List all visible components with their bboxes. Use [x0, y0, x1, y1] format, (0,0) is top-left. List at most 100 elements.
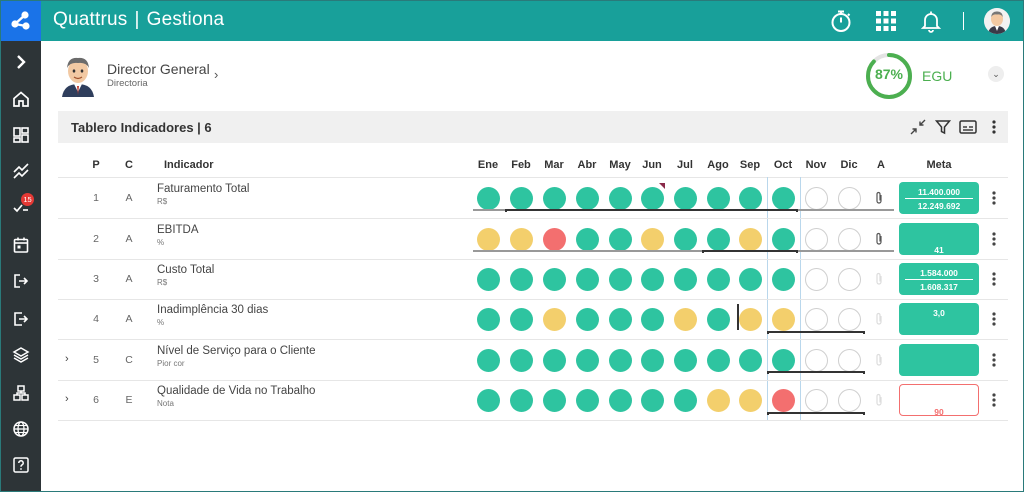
month-status-circle[interactable] — [476, 307, 500, 331]
month-status-circle[interactable] — [738, 307, 762, 331]
month-status-circle[interactable] — [771, 388, 795, 412]
month-status-circle[interactable] — [476, 267, 500, 291]
month-status-circle[interactable] — [837, 186, 861, 210]
row-more-options-icon[interactable] — [990, 190, 998, 206]
row-more-options-icon[interactable] — [990, 271, 998, 287]
sidebar-item-org-chart[interactable] — [1, 375, 41, 411]
sidebar-item-layers[interactable] — [1, 337, 41, 373]
month-status-circle[interactable] — [575, 186, 599, 210]
month-status-circle[interactable] — [771, 186, 795, 210]
month-status-circle[interactable] — [837, 307, 861, 331]
meta-box[interactable] — [899, 344, 979, 377]
logo[interactable] — [1, 1, 41, 41]
month-status-circle[interactable] — [640, 307, 664, 331]
month-status-circle[interactable] — [738, 186, 762, 210]
stopwatch-icon[interactable] — [827, 7, 855, 35]
paperclip-icon[interactable] — [874, 232, 884, 246]
chevron-right-icon[interactable]: › — [214, 67, 218, 82]
row-more-options-icon[interactable] — [990, 392, 998, 408]
month-status-circle[interactable] — [509, 307, 533, 331]
sidebar-item-logout[interactable] — [1, 301, 41, 337]
row-more-options-icon[interactable] — [990, 352, 998, 368]
month-status-circle[interactable] — [542, 348, 566, 372]
month-status-circle[interactable] — [608, 227, 632, 251]
month-status-circle[interactable] — [706, 227, 730, 251]
month-status-circle[interactable] — [476, 388, 500, 412]
month-status-circle[interactable] — [804, 227, 828, 251]
month-status-circle[interactable] — [575, 267, 599, 291]
month-status-circle[interactable] — [640, 227, 664, 251]
month-status-circle[interactable] — [476, 348, 500, 372]
month-status-circle[interactable] — [476, 227, 500, 251]
month-status-circle[interactable] — [608, 348, 632, 372]
month-status-circle[interactable] — [738, 267, 762, 291]
month-status-circle[interactable] — [771, 227, 795, 251]
more-options-icon[interactable] — [985, 118, 1003, 136]
sidebar-item-home[interactable] — [1, 81, 41, 117]
subtitles-icon[interactable] — [959, 118, 977, 136]
month-status-circle[interactable] — [509, 227, 533, 251]
month-status-circle[interactable] — [673, 348, 697, 372]
month-status-circle[interactable] — [640, 267, 664, 291]
month-status-circle[interactable] — [804, 388, 828, 412]
month-status-circle[interactable] — [575, 348, 599, 372]
month-status-circle[interactable] — [706, 307, 730, 331]
indicator-name[interactable]: Nível de Serviço para o Cliente — [157, 345, 316, 357]
meta-box[interactable]: 3,0 — [899, 303, 979, 336]
collapse-icon[interactable] — [909, 118, 927, 136]
month-status-circle[interactable] — [804, 267, 828, 291]
month-status-circle[interactable] — [509, 348, 533, 372]
month-status-circle[interactable] — [509, 388, 533, 412]
month-status-circle[interactable] — [608, 267, 632, 291]
month-status-circle[interactable] — [673, 267, 697, 291]
meta-box[interactable]: 90 — [899, 384, 979, 417]
indicator-name[interactable]: Qualidade de Vida no Trabalho — [157, 385, 315, 397]
month-status-circle[interactable] — [673, 307, 697, 331]
month-status-circle[interactable] — [673, 388, 697, 412]
month-status-circle[interactable] — [706, 186, 730, 210]
comment-flag-icon[interactable] — [659, 183, 665, 189]
month-status-circle[interactable] — [575, 227, 599, 251]
sidebar-item-dashboard[interactable] — [1, 117, 41, 153]
indicator-name[interactable]: Inadimplência 30 dias — [157, 304, 268, 316]
month-status-circle[interactable] — [509, 186, 533, 210]
meta-box[interactable]: 11.400.000 12.249.692 — [899, 182, 979, 215]
month-status-circle[interactable] — [640, 186, 664, 210]
chevron-down-icon[interactable]: ⌄ — [988, 66, 1004, 82]
month-status-circle[interactable] — [542, 307, 566, 331]
month-status-circle[interactable] — [509, 267, 533, 291]
month-status-circle[interactable] — [608, 388, 632, 412]
indicator-name[interactable]: EBITDA — [157, 224, 199, 236]
sidebar-item-export[interactable] — [1, 263, 41, 299]
month-status-circle[interactable] — [804, 186, 828, 210]
month-status-circle[interactable] — [837, 227, 861, 251]
sidebar-item-trends[interactable] — [1, 153, 41, 189]
filter-icon[interactable] — [934, 118, 952, 136]
month-status-circle[interactable] — [575, 307, 599, 331]
expand-row-icon[interactable]: › — [65, 353, 69, 365]
sidebar-item-help[interactable] — [1, 447, 41, 483]
bell-icon[interactable] — [917, 7, 945, 35]
expand-row-icon[interactable]: › — [65, 393, 69, 405]
month-status-circle[interactable] — [673, 227, 697, 251]
meta-box[interactable]: 41 — [899, 223, 979, 256]
month-status-circle[interactable] — [837, 388, 861, 412]
month-status-circle[interactable] — [738, 227, 762, 251]
paperclip-icon[interactable] — [874, 191, 884, 205]
month-status-circle[interactable] — [804, 348, 828, 372]
month-status-circle[interactable] — [640, 388, 664, 412]
month-status-circle[interactable] — [771, 267, 795, 291]
apps-grid-icon[interactable] — [872, 7, 900, 35]
month-status-circle[interactable] — [542, 227, 566, 251]
row-more-options-icon[interactable] — [990, 311, 998, 327]
month-status-circle[interactable] — [575, 388, 599, 412]
indicator-name[interactable]: Custo Total — [157, 264, 214, 276]
month-status-circle[interactable] — [771, 307, 795, 331]
month-status-circle[interactable] — [673, 186, 697, 210]
indicator-name[interactable]: Faturamento Total — [157, 183, 249, 195]
sidebar-item-calendar[interactable] — [1, 227, 41, 263]
month-status-circle[interactable] — [640, 348, 664, 372]
sidebar-item-globe[interactable] — [1, 411, 41, 447]
row-more-options-icon[interactable] — [990, 231, 998, 247]
month-status-circle[interactable] — [476, 186, 500, 210]
